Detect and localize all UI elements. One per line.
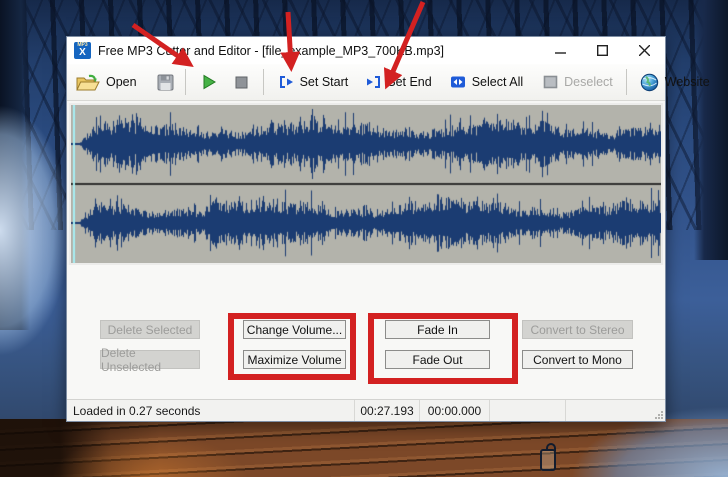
deselect-button[interactable]: Deselect <box>538 71 618 93</box>
minimize-button[interactable] <box>539 37 581 64</box>
status-message: Loaded in 0.27 seconds <box>67 400 355 421</box>
toolbar-separator <box>263 69 264 95</box>
save-button[interactable] <box>152 70 179 95</box>
close-button[interactable] <box>623 37 665 64</box>
waveform-canvas[interactable] <box>71 105 661 263</box>
deselect-icon <box>543 75 558 89</box>
waveform-panel[interactable] <box>69 103 663 265</box>
globe-icon <box>640 73 659 92</box>
save-icon <box>157 74 174 91</box>
change-volume-button[interactable]: Change Volume... <box>243 320 346 339</box>
website-label: Website <box>665 75 710 89</box>
minimize-icon <box>555 45 566 56</box>
open-folder-icon <box>76 73 100 92</box>
set-start-icon <box>279 75 294 89</box>
status-empty-panel <box>490 400 566 421</box>
resize-grip[interactable] <box>654 410 663 419</box>
photo-lantern <box>540 449 556 471</box>
photo-tree-trunk-right <box>694 0 728 260</box>
set-end-icon <box>366 75 381 89</box>
maximize-volume-button[interactable]: Maximize Volume <box>243 350 346 369</box>
delete-unselected-button[interactable]: Delete Unselected <box>100 350 200 369</box>
delete-unselected-label: Delete Unselected <box>101 346 199 374</box>
maximize-icon <box>597 45 608 56</box>
stop-button[interactable] <box>230 72 253 93</box>
maximize-volume-label: Maximize Volume <box>247 353 341 367</box>
open-label: Open <box>106 75 137 89</box>
deselect-label: Deselect <box>564 75 613 89</box>
website-button[interactable]: Website <box>635 69 715 96</box>
select-all-icon <box>450 75 466 89</box>
fade-out-button[interactable]: Fade Out <box>385 350 490 369</box>
app-icon: MP3 X <box>74 42 91 59</box>
set-end-label: Set End <box>387 75 431 89</box>
change-volume-label: Change Volume... <box>247 323 342 337</box>
select-all-button[interactable]: Select All <box>445 71 528 93</box>
delete-selected-label: Delete Selected <box>108 323 193 337</box>
content-area: Delete Selected Delete Unselected Change… <box>67 265 665 399</box>
open-button[interactable]: Open <box>71 69 142 96</box>
convert-to-stereo-label: Convert to Stereo <box>530 323 624 337</box>
play-icon <box>201 74 217 90</box>
window-title: Free MP3 Cutter and Editor - [file_examp… <box>98 44 444 58</box>
status-position-time: 00:00.000 <box>420 400 490 421</box>
set-start-button[interactable]: Set Start <box>274 71 354 93</box>
convert-to-mono-label: Convert to Mono <box>533 353 622 367</box>
select-all-label: Select All <box>472 75 523 89</box>
set-start-label: Set Start <box>300 75 349 89</box>
fade-in-label: Fade In <box>417 323 458 337</box>
status-length-time: 00:27.193 <box>355 400 420 421</box>
app-window: MP3 X Free MP3 Cutter and Editor - [file… <box>66 36 666 422</box>
convert-to-stereo-button[interactable]: Convert to Stereo <box>522 320 633 339</box>
stop-icon <box>235 76 248 89</box>
set-end-button[interactable]: Set End <box>361 71 436 93</box>
status-empty-panel <box>566 400 665 421</box>
convert-to-mono-button[interactable]: Convert to Mono <box>522 350 633 369</box>
app-icon-x-text: X <box>79 48 86 58</box>
fade-out-label: Fade Out <box>412 353 462 367</box>
titlebar[interactable]: MP3 X Free MP3 Cutter and Editor - [file… <box>67 37 665 64</box>
statusbar: Loaded in 0.27 seconds 00:27.193 00:00.0… <box>67 399 665 421</box>
fade-in-button[interactable]: Fade In <box>385 320 490 339</box>
toolbar-separator <box>185 69 186 95</box>
toolbar-separator <box>626 69 627 95</box>
toolbar: Open Set Start <box>67 64 665 101</box>
close-icon <box>639 45 650 56</box>
delete-selected-button[interactable]: Delete Selected <box>100 320 200 339</box>
play-button[interactable] <box>196 70 222 94</box>
maximize-button[interactable] <box>581 37 623 64</box>
